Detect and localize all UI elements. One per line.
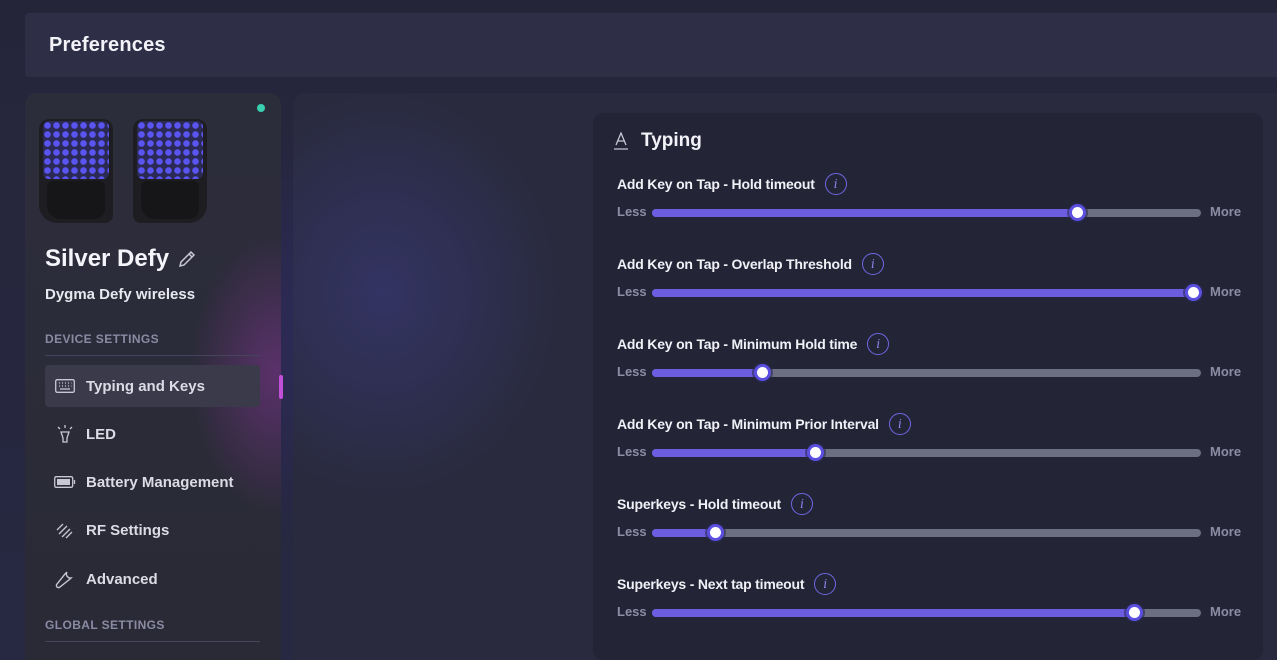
- sidebar-item-label: Advanced: [86, 570, 158, 588]
- setting-label-row: Add Key on Tap - Hold timeout i: [617, 173, 847, 195]
- more-label: More: [1210, 444, 1242, 459]
- slider-track[interactable]: [652, 284, 1202, 301]
- info-icon[interactable]: i: [791, 493, 814, 515]
- setting-label: Add Key on Tap - Hold timeout: [617, 176, 815, 192]
- device-name: Silver Defy: [45, 245, 170, 272]
- slider-fill: [652, 289, 1193, 297]
- slider-setting: Add Key on Tap - Minimum Prior Interval i…: [617, 413, 1247, 473]
- page-title: Preferences: [49, 33, 166, 56]
- slider-track[interactable]: [652, 364, 1201, 381]
- sidebar-item-battery-management[interactable]: Battery Management: [45, 461, 260, 503]
- slider-setting: Add Key on Tap - Minimum Hold time i Less M…: [617, 333, 1247, 393]
- sidebar-item-advanced[interactable]: Advanced: [45, 558, 260, 600]
- setting-label-row: Superkeys - Next tap timeout i: [617, 573, 837, 595]
- slider-fill: [652, 449, 816, 457]
- slider-track[interactable]: [652, 204, 1201, 221]
- sidebar-item-led[interactable]: LED: [45, 413, 260, 455]
- rf-signal-icon: [54, 519, 76, 541]
- slider-fill: [652, 369, 762, 377]
- slider-thumb[interactable]: [707, 524, 725, 541]
- section-divider: [45, 355, 260, 356]
- slider-fill: [652, 209, 1078, 217]
- active-item-marker: [279, 375, 283, 399]
- connection-status-dot: [257, 104, 265, 112]
- slider-track[interactable]: [652, 444, 1201, 461]
- card-title: Typing: [641, 130, 702, 151]
- slider-setting: Add Key on Tap - Hold timeout i Less More: [617, 173, 1247, 233]
- slider-fill: [652, 609, 1135, 617]
- slider-thumb[interactable]: [807, 444, 825, 461]
- typography-icon: [613, 132, 629, 150]
- setting-label: Add Key on Tap - Overlap Threshold: [617, 256, 852, 272]
- setting-label-row: Add Key on Tap - Minimum Hold time i: [617, 333, 890, 355]
- slider-track[interactable]: [652, 604, 1201, 621]
- info-icon[interactable]: i: [888, 413, 911, 435]
- global-settings-heading: GLOBAL SETTINGS: [45, 618, 165, 632]
- info-icon[interactable]: i: [814, 573, 837, 595]
- sidebar-item-rf-settings[interactable]: RF Settings: [45, 509, 260, 551]
- more-label: More: [1210, 524, 1242, 539]
- setting-label: Add Key on Tap - Minimum Hold time: [617, 336, 858, 352]
- device-sidebar: Silver Defy Dygma Defy wireless DEVICE S…: [25, 93, 281, 660]
- keyboard-left-half: [39, 119, 113, 223]
- slider-thumb[interactable]: [1184, 284, 1202, 301]
- device-settings-heading: DEVICE SETTINGS: [45, 332, 160, 346]
- section-divider: [45, 641, 260, 642]
- more-label: More: [1210, 604, 1242, 619]
- header-bar: Preferences: [25, 13, 1277, 77]
- slider-thumb[interactable]: [1069, 204, 1087, 221]
- info-icon[interactable]: i: [867, 333, 890, 355]
- less-label: Less: [617, 364, 647, 379]
- less-label: Less: [617, 524, 647, 539]
- wrench-icon: [54, 568, 76, 590]
- slider-setting: Superkeys - Next tap timeout i Less More: [617, 573, 1247, 633]
- typing-card: Typing Add Key on Tap - Hold timeout i Les…: [593, 113, 1263, 660]
- setting-label-row: Add Key on Tap - Minimum Prior Interval i: [617, 413, 911, 435]
- setting-label: Add Key on Tap - Minimum Prior Interval: [617, 416, 879, 432]
- device-name-row: Silver Defy: [45, 245, 197, 273]
- less-label: Less: [617, 444, 647, 459]
- slider-fill: [652, 529, 716, 537]
- battery-icon: [54, 471, 76, 493]
- less-label: Less: [617, 604, 647, 619]
- slider-setting: Add Key on Tap - Overlap Threshold i Less M…: [617, 253, 1247, 313]
- slider-setting: Superkeys - Hold timeout i Less More: [617, 493, 1247, 553]
- more-label: More: [1210, 284, 1242, 299]
- sidebar-item-typing-and-keys[interactable]: Typing and Keys: [45, 365, 260, 407]
- device-model: Dygma Defy wireless: [45, 286, 196, 303]
- setting-label-row: Add Key on Tap - Overlap Threshold i: [617, 253, 884, 275]
- less-label: Less: [617, 284, 647, 299]
- keyboard-icon: [54, 375, 76, 397]
- edit-pencil-icon[interactable]: [177, 249, 197, 269]
- keyboard-right-half: [133, 119, 207, 223]
- more-label: More: [1210, 364, 1242, 379]
- typing-card-header: Typing: [613, 130, 702, 152]
- more-label: More: [1210, 204, 1242, 219]
- slider-thumb[interactable]: [1126, 604, 1144, 621]
- slider-track[interactable]: [652, 524, 1201, 541]
- sidebar-item-label: LED: [86, 425, 116, 443]
- sidebar-item-label: Battery Management: [86, 473, 234, 491]
- info-icon[interactable]: i: [861, 253, 884, 275]
- less-label: Less: [617, 204, 647, 219]
- sidebar-item-label: Typing and Keys: [86, 377, 205, 395]
- keyboard-image: [39, 119, 207, 225]
- slider-thumb[interactable]: [753, 364, 771, 381]
- setting-label: Superkeys - Hold timeout: [617, 496, 782, 512]
- sidebar-item-label: RF Settings: [86, 521, 170, 539]
- led-lamp-icon: [54, 423, 76, 445]
- info-icon[interactable]: i: [824, 173, 847, 195]
- setting-label-row: Superkeys - Hold timeout i: [617, 493, 814, 515]
- setting-label: Superkeys - Next tap timeout: [617, 576, 805, 592]
